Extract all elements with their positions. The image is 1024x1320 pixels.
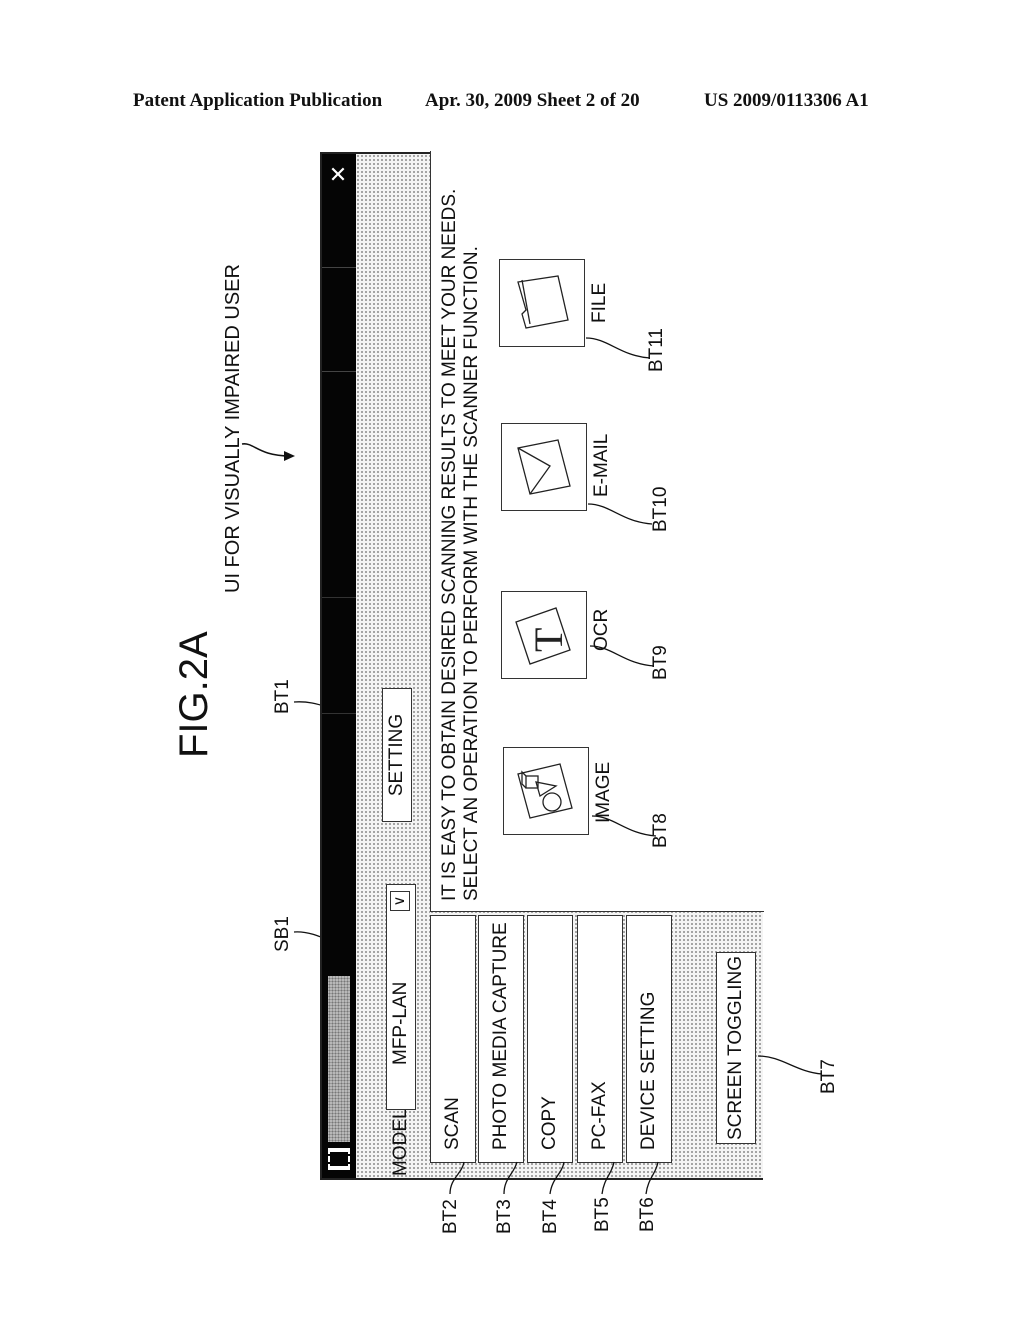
nav-scan-label: SCAN <box>442 1097 463 1150</box>
model-label: MODEL <box>390 1108 411 1176</box>
model-select[interactable]: MFP-LAN ∨ <box>386 884 416 1110</box>
function-nav: SCAN PHOTO MEDIA CAPTURE COPY PC-FAX DEV… <box>430 912 763 1178</box>
nav-pc-fax-button[interactable]: PC-FAX <box>577 915 623 1163</box>
nav-photo-label: PHOTO MEDIA CAPTURE <box>490 922 511 1150</box>
title-bar[interactable]: ✕ <box>322 154 356 1178</box>
toolbar: MODEL MFP-LAN ∨ SETTING <box>356 154 430 1178</box>
ref-bt6: BT6 <box>637 1197 658 1232</box>
app-icon <box>328 1148 350 1170</box>
app-window: ✕ MODEL MFP-LAN ∨ SETTING SCAN PHOTO MED… <box>320 151 764 1180</box>
ref-sb1: SB1 <box>272 916 293 952</box>
nav-device-label: DEVICE SETTING <box>638 991 659 1150</box>
ref-bt5: BT5 <box>592 1197 613 1232</box>
scan-image-button[interactable] <box>503 747 589 835</box>
instruction-line-1: IT IS EASY TO OBTAIN DESIRED SCANNING RE… <box>439 188 460 901</box>
instruction-line-2: SELECT AN OPERATION TO PERFORM WITH THE … <box>461 246 482 901</box>
close-button[interactable]: ✕ <box>324 160 354 188</box>
title-bar-separator <box>322 267 356 268</box>
nav-leader-lines <box>449 1161 659 1195</box>
model-select-value: MFP-LAN <box>390 981 411 1065</box>
ref-bt2: BT2 <box>440 1199 461 1234</box>
ref-bt3: BT3 <box>494 1199 515 1234</box>
nav-copy-button[interactable]: COPY <box>527 915 573 1163</box>
folder-icon <box>517 275 569 329</box>
screen-toggling-label: SCREEN TOGGLING <box>725 955 746 1141</box>
scan-file-button[interactable] <box>499 259 585 347</box>
figure-caption: UI FOR VISUALLY IMPAIRED USER <box>222 264 244 593</box>
setting-button-label: SETTING <box>386 713 407 797</box>
title-bar-separator <box>322 713 356 714</box>
leader-line-bt9 <box>589 645 655 667</box>
leader-line-bt7 <box>757 1055 823 1075</box>
ref-bt4: BT4 <box>540 1199 561 1234</box>
nav-pcfax-label: PC-FAX <box>589 1081 610 1150</box>
ref-bt1: BT1 <box>272 679 293 714</box>
publication-number: US 2009/0113306 A1 <box>704 90 869 111</box>
title-text-area <box>328 976 350 1142</box>
scan-file-label: FILE <box>589 282 610 323</box>
scan-email-label: E-MAIL <box>591 433 612 497</box>
chevron-down-icon[interactable]: ∨ <box>390 891 410 911</box>
image-icon <box>517 763 573 819</box>
title-bar-separator <box>322 371 356 372</box>
caption-arrow-icon <box>241 443 295 461</box>
nav-device-setting-button[interactable]: DEVICE SETTING <box>626 915 672 1163</box>
svg-text:T: T <box>526 628 571 652</box>
scan-ocr-button[interactable]: T <box>501 591 587 679</box>
nav-scan-button[interactable]: SCAN <box>430 915 476 1163</box>
leader-line-bt10 <box>587 503 653 525</box>
setting-button[interactable]: SETTING <box>382 688 412 822</box>
close-icon: ✕ <box>326 164 351 184</box>
screen-toggling-button[interactable]: SCREEN TOGGLING <box>716 952 756 1144</box>
publication-label: Patent Application Publication <box>133 90 383 111</box>
email-icon <box>517 439 571 495</box>
scan-email-button[interactable] <box>501 423 587 511</box>
title-bar-separator <box>322 597 356 598</box>
ocr-icon: T <box>515 607 571 665</box>
scan-content-panel: IT IS EASY TO OBTAIN DESIRED SCANNING RE… <box>430 151 764 912</box>
nav-copy-label: COPY <box>539 1096 560 1150</box>
leader-line-bt11 <box>585 337 651 359</box>
date-sheet-label: Apr. 30, 2009 Sheet 2 of 20 <box>425 90 640 111</box>
figure-title: FIG.2A <box>172 631 216 758</box>
leader-line-bt8 <box>591 815 657 837</box>
nav-photo-media-capture-button[interactable]: PHOTO MEDIA CAPTURE <box>478 915 524 1163</box>
